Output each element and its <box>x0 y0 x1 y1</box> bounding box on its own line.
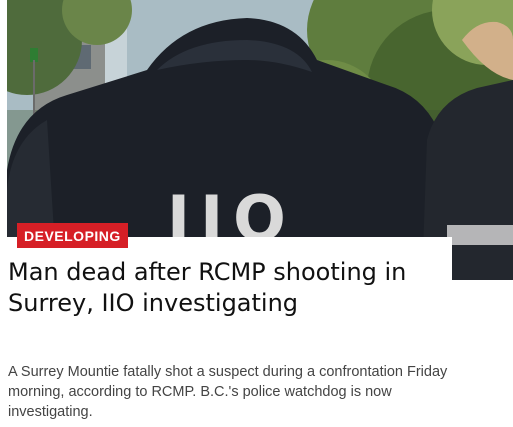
developing-badge: DEVELOPING <box>17 223 128 248</box>
story-summary: A Surrey Mountie fatally shot a suspect … <box>8 364 448 420</box>
street-sign <box>30 48 38 62</box>
story-headline-link[interactable]: Man dead after RCMP shooting in Surrey, … <box>8 257 448 319</box>
story-card[interactable]: DEVELOPING Man dead after RCMP shooting … <box>7 223 452 427</box>
